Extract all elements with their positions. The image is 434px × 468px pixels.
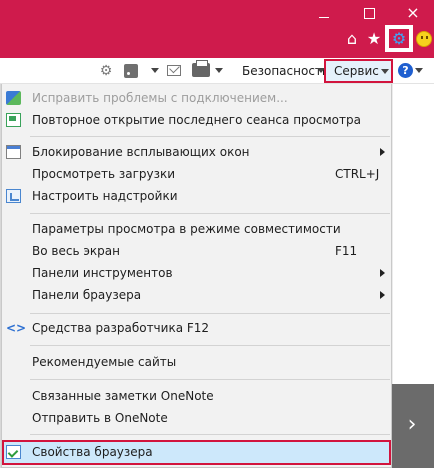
menu-item-manage-addons[interactable]: Настроить надстройки — [2, 185, 391, 207]
menu-item-label: Повторное открытие последнего сеанса про… — [32, 113, 361, 127]
help-dropdown-caret-icon[interactable] — [415, 68, 423, 73]
submenu-arrow-icon — [380, 269, 385, 277]
menu-item-shortcut: F11 — [335, 244, 358, 258]
menu-item-label: Блокирование всплывающих окон — [32, 145, 250, 159]
tools-gear-button[interactable]: ⚙ — [385, 25, 413, 52]
rss-feed-icon[interactable] — [124, 64, 138, 78]
popup-blocker-icon — [6, 145, 21, 159]
menu-separator — [30, 213, 390, 214]
gear-icon: ⚙ — [389, 29, 409, 48]
reopen-session-icon — [6, 113, 21, 127]
menu-item-label: Панели браузера — [32, 288, 142, 302]
menu-item-label: Свойства браузера — [32, 445, 153, 459]
menu-item-view-downloads[interactable]: Просмотреть загрузки CTRL+J — [2, 163, 391, 185]
service-menu-label: Сервис — [334, 64, 379, 78]
menu-separator — [30, 136, 390, 137]
menu-item-label: Связанные заметки OneNote — [32, 389, 214, 403]
menu-item-onenote-linked[interactable]: Связанные заметки OneNote — [2, 385, 391, 407]
developer-tools-icon: <> — [6, 321, 27, 335]
minimize-button[interactable] — [310, 0, 340, 26]
menu-item-label: Настроить надстройки — [32, 189, 178, 203]
smiley-feedback-icon[interactable] — [416, 31, 432, 47]
menu-item-developer-tools[interactable]: <> Средства разработчика F12 — [2, 317, 391, 339]
menu-separator — [30, 434, 390, 435]
menu-item-label: Просмотреть загрузки — [32, 167, 176, 181]
menu-item-label: Средства разработчика F12 — [32, 321, 210, 335]
network-fix-icon — [6, 91, 21, 105]
menu-item-suggested-sites[interactable]: Рекомендуемые сайты — [2, 351, 391, 373]
service-dropdown-caret-icon — [381, 69, 389, 74]
home-icon[interactable]: ⌂ — [342, 29, 362, 49]
page-content — [392, 84, 434, 384]
menu-item-fix-connection[interactable]: Исправить проблемы с подключением... — [2, 87, 391, 109]
close-button[interactable]: × — [398, 0, 428, 26]
maximize-button[interactable] — [355, 0, 385, 26]
menu-item-internet-options[interactable]: Свойства браузера — [2, 440, 391, 465]
menu-item-popup-blocker[interactable]: Блокирование всплывающих окон — [2, 141, 391, 163]
command-bar: ⚙ Безопасность Сервис ? — [0, 58, 434, 84]
title-bar: × ⌂ ★ ⚙ — [0, 0, 434, 58]
print-dropdown-caret-icon[interactable] — [215, 68, 223, 73]
menu-separator — [30, 345, 390, 346]
service-menu-button[interactable]: Сервис — [324, 59, 393, 83]
safety-menu-button[interactable]: Безопасность — [242, 58, 329, 84]
menu-item-explorer-bars[interactable]: Панели браузера — [2, 284, 391, 306]
menu-item-label: Параметры просмотра в режиме совместимос… — [32, 222, 341, 236]
menu-item-fullscreen[interactable]: Во весь экран F11 — [2, 240, 391, 262]
menu-item-label: Панели инструментов — [32, 266, 173, 280]
menu-item-reopen-session[interactable]: Повторное открытие последнего сеанса про… — [2, 109, 391, 131]
menu-separator — [30, 313, 390, 314]
help-icon[interactable]: ? — [398, 63, 413, 78]
rss-dropdown-caret-icon[interactable] — [151, 68, 159, 73]
next-arrow-icon[interactable]: › — [400, 410, 424, 440]
menu-separator — [30, 379, 390, 380]
menu-item-label: Рекомендуемые сайты — [32, 355, 177, 369]
menu-item-label: Во весь экран — [32, 244, 120, 258]
menu-item-label: Исправить проблемы с подключением... — [32, 91, 288, 105]
addons-icon — [6, 189, 21, 203]
printer-icon[interactable] — [192, 60, 210, 77]
browser-properties-icon — [6, 445, 21, 459]
gear-icon[interactable]: ⚙ — [97, 62, 115, 80]
menu-item-compat-view[interactable]: Параметры просмотра в режиме совместимос… — [2, 218, 391, 240]
menu-item-shortcut: CTRL+J — [335, 167, 380, 181]
menu-item-toolbars[interactable]: Панели инструментов — [2, 262, 391, 284]
service-dropdown-menu: Исправить проблемы с подключением... Пов… — [1, 84, 392, 468]
favorites-star-icon[interactable]: ★ — [364, 29, 384, 49]
mail-icon[interactable] — [167, 65, 181, 76]
menu-item-label: Отправить в OneNote — [32, 411, 168, 425]
submenu-arrow-icon — [380, 148, 385, 156]
submenu-arrow-icon — [380, 291, 385, 299]
menu-item-send-onenote[interactable]: Отправить в OneNote — [2, 407, 391, 429]
